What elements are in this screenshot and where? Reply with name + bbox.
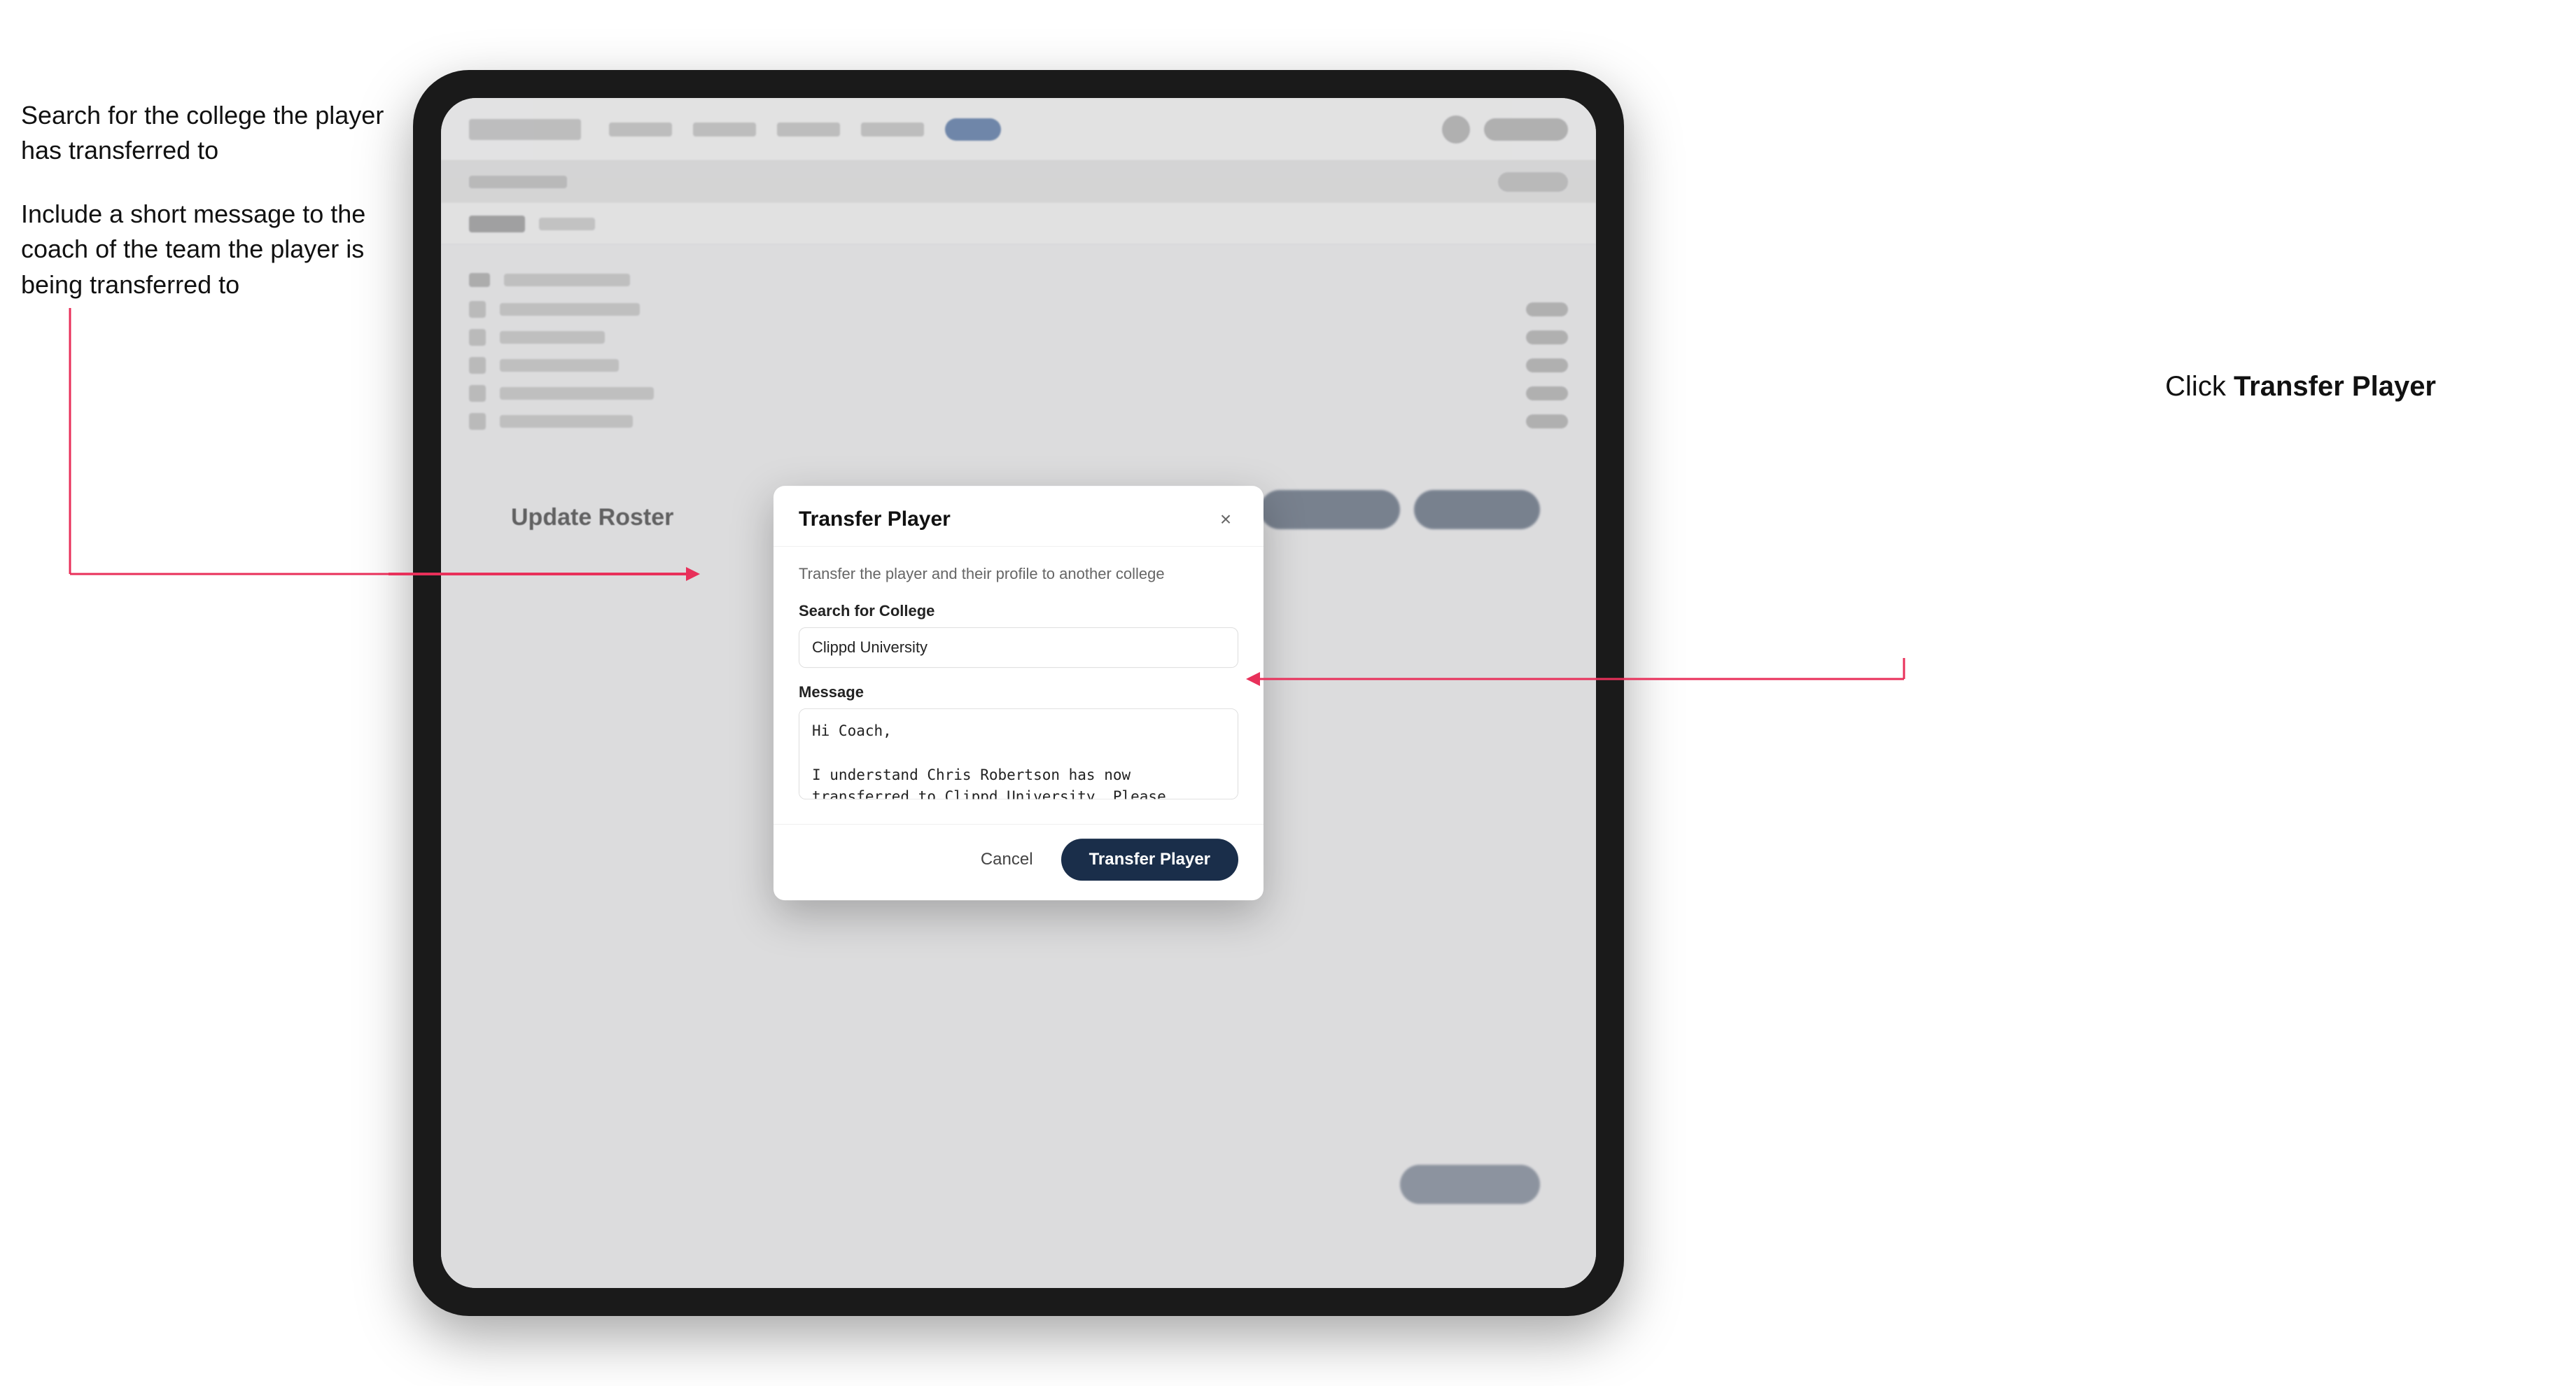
transfer-player-button[interactable]: Transfer Player — [1061, 839, 1238, 881]
modal-close-button[interactable]: × — [1213, 507, 1238, 532]
modal-title: Transfer Player — [799, 507, 951, 531]
annotation-right-bold: Transfer Player — [2234, 371, 2436, 402]
annotation-right-prefix: Click — [2165, 371, 2234, 402]
search-college-input[interactable] — [799, 627, 1238, 668]
ipad-screen: Update Roster Transfer Player × Transfer… — [441, 98, 1596, 1288]
annotation-left: Search for the college the player has tr… — [21, 98, 385, 330]
modal-body: Transfer the player and their profile to… — [774, 547, 1264, 824]
ipad-device: Update Roster Transfer Player × Transfer… — [413, 70, 1624, 1316]
annotation-right: Click Transfer Player — [2165, 371, 2436, 402]
annotation-text-top: Search for the college the player has tr… — [21, 98, 385, 169]
message-textarea[interactable]: Hi Coach, I understand Chris Robertson h… — [799, 708, 1238, 799]
cancel-button[interactable]: Cancel — [967, 841, 1047, 878]
annotation-text-bottom: Include a short message to the coach of … — [21, 197, 385, 302]
transfer-player-modal: Transfer Player × Transfer the player an… — [774, 486, 1264, 900]
modal-header: Transfer Player × — [774, 486, 1264, 547]
message-label: Message — [799, 683, 1238, 701]
modal-footer: Cancel Transfer Player — [774, 824, 1264, 900]
modal-subtitle: Transfer the player and their profile to… — [799, 564, 1238, 585]
search-college-label: Search for College — [799, 602, 1238, 620]
